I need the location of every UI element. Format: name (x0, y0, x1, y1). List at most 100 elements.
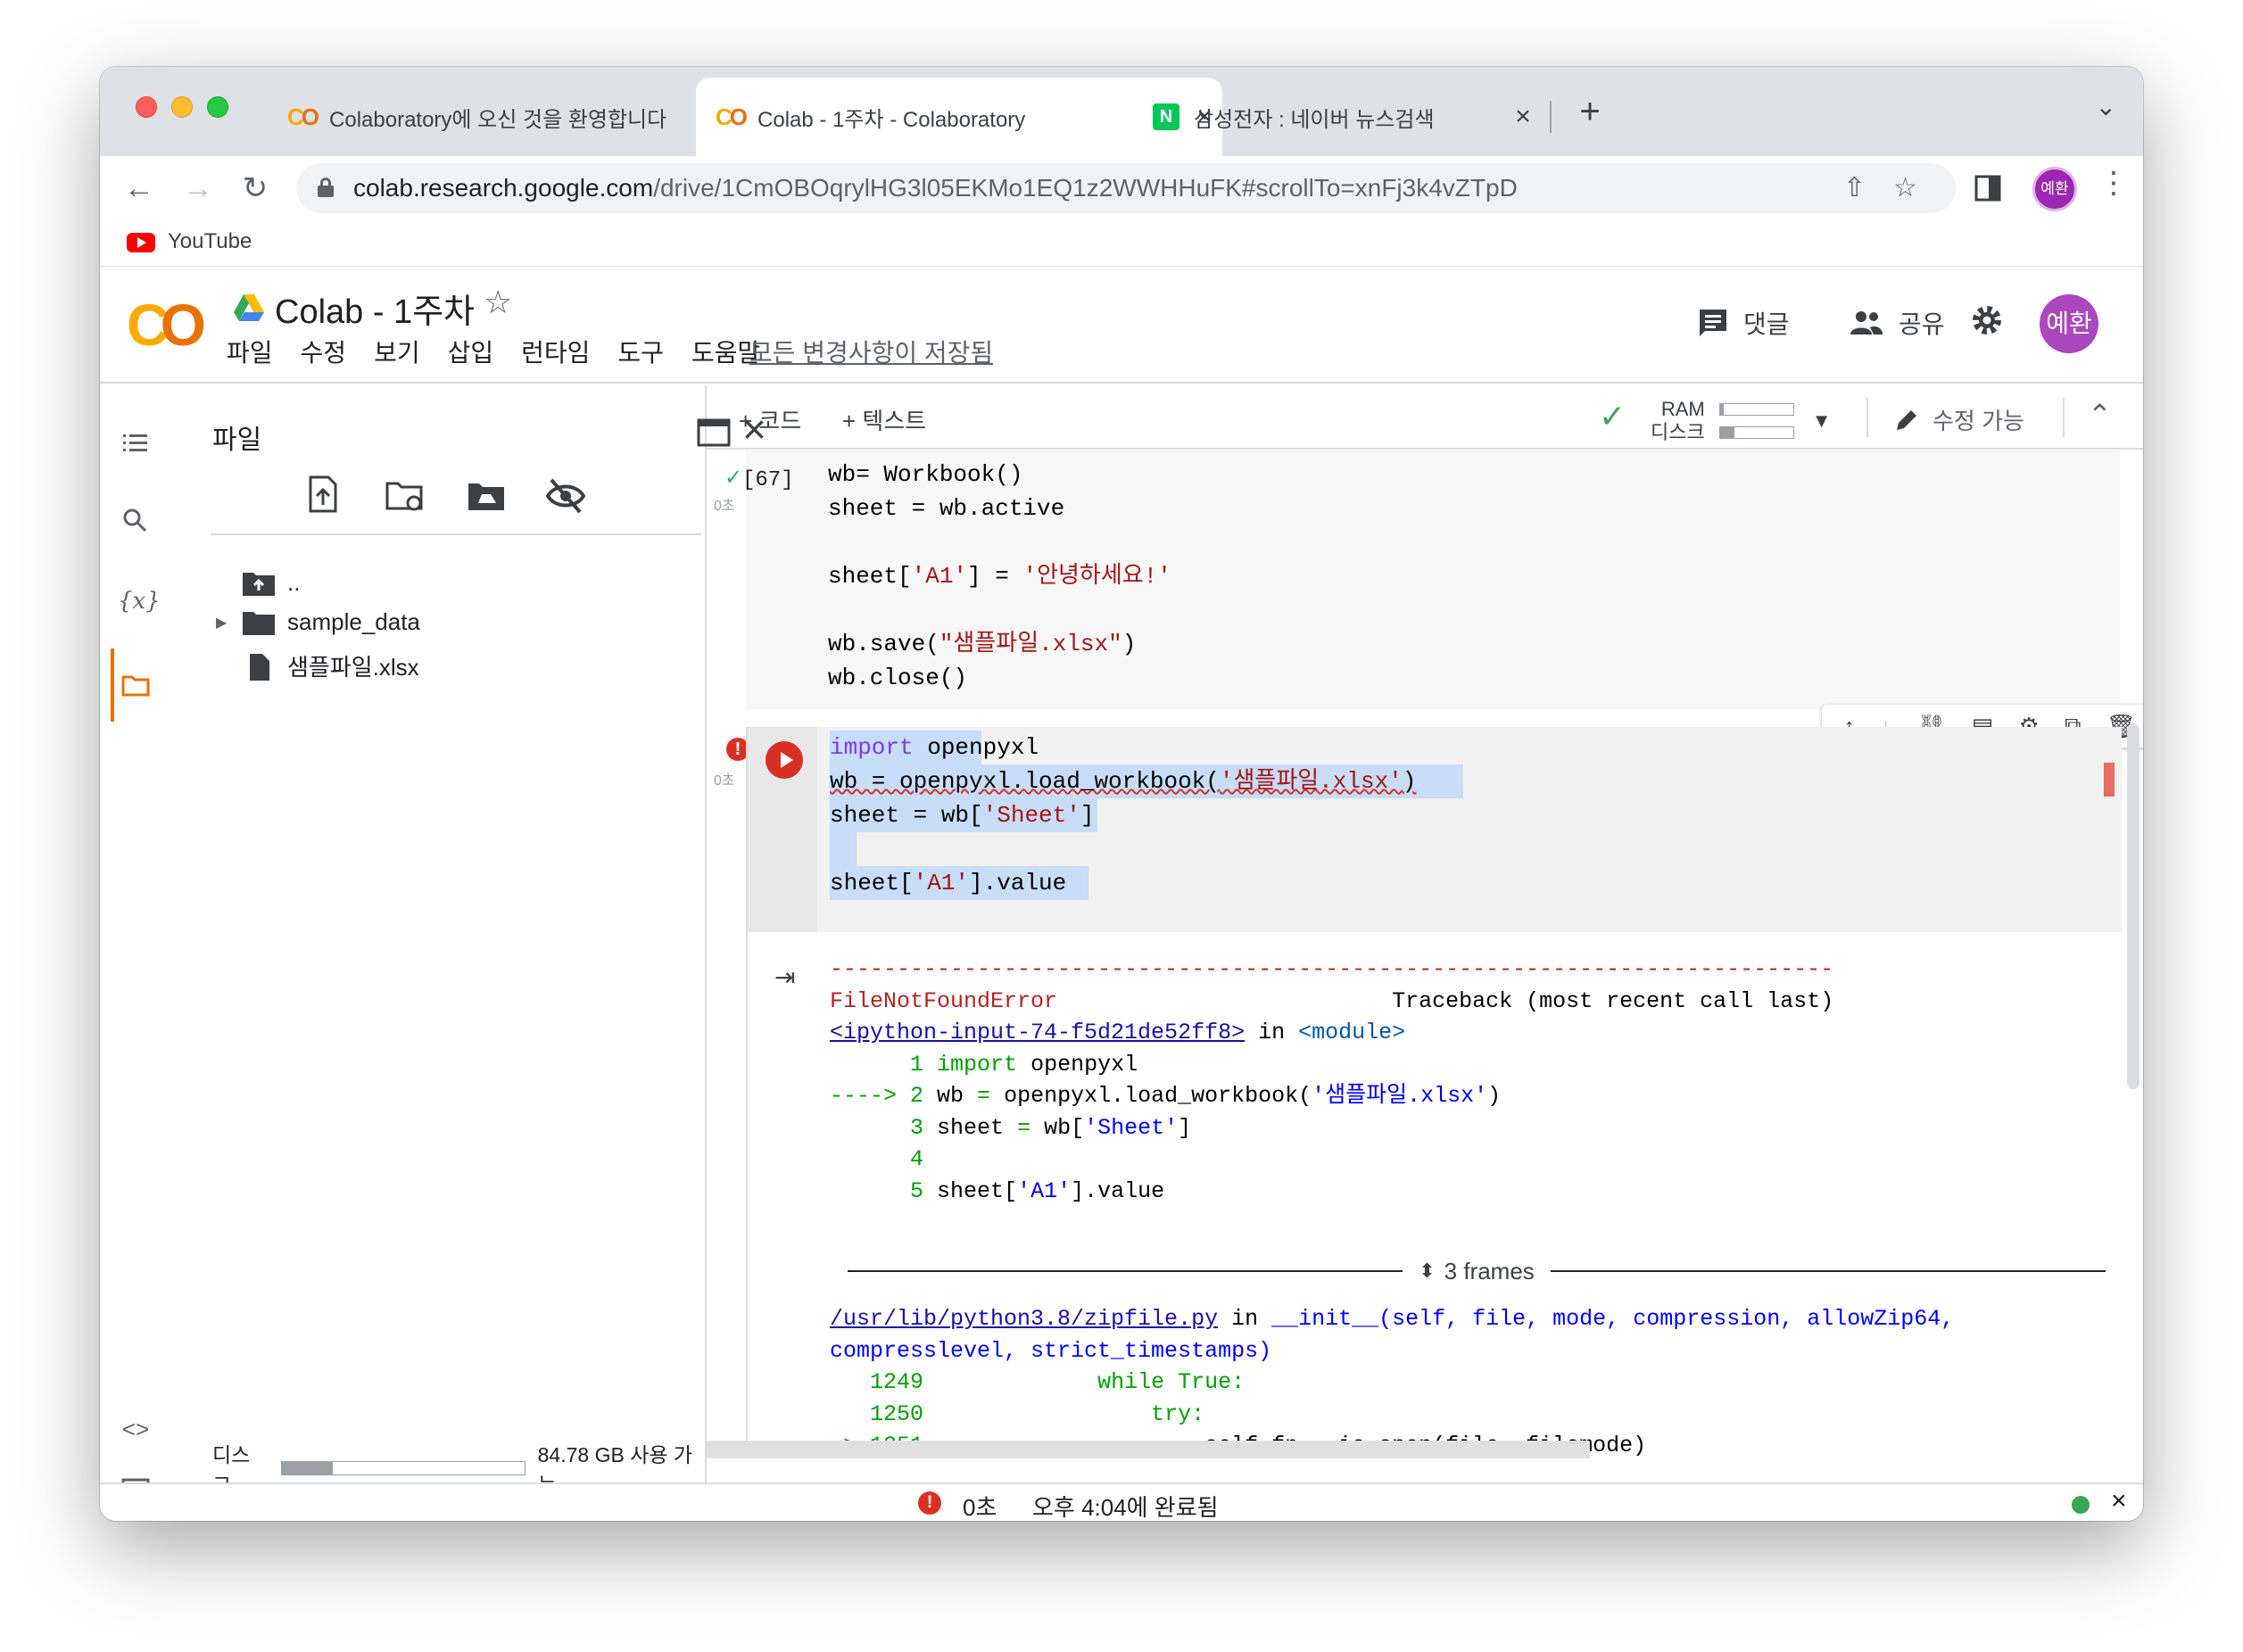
frames-label: 3 frames (1444, 1257, 1535, 1284)
traceback-signature: compresslevel, strict_timestamps) (830, 1337, 1272, 1364)
edit-mode-button[interactable]: 수정 가능 (1893, 403, 2024, 436)
chevron-down-icon[interactable]: ⌄ (2096, 92, 2116, 121)
output-action-icon[interactable]: ⇥ (774, 962, 795, 992)
more-vert-icon[interactable]: ⋮ (2098, 165, 2129, 201)
connection-status-icon[interactable] (2072, 1496, 2090, 1514)
profile-avatar[interactable]: 예환 (2032, 167, 2077, 211)
menu-file[interactable]: 파일 (227, 334, 273, 369)
google-drive-icon[interactable] (234, 294, 264, 321)
caret-down-icon[interactable]: ▼ (1812, 409, 1832, 433)
cell-exec-time: 0초 (714, 773, 735, 789)
mount-drive-icon[interactable] (466, 478, 507, 514)
tab-title: 삼성전자 : 네이버 뉴스검색 (1194, 107, 1435, 132)
forward-arrow-icon[interactable]: → (177, 167, 219, 210)
colab-icon: CO (716, 103, 748, 130)
menu-insert[interactable]: 삽입 (448, 334, 494, 369)
folder-icon (243, 611, 275, 635)
lock-icon[interactable] (318, 178, 334, 197)
chevron-up-icon[interactable]: ⌃ (2088, 398, 2112, 432)
tree-item-xlsx[interactable]: 샘플파일.xlsx (243, 649, 419, 682)
comments-button[interactable]: 댓글 (1697, 305, 1790, 341)
refresh-folder-icon[interactable] (384, 478, 426, 514)
maximize-window-button[interactable] (207, 96, 228, 118)
elapsed-time: 0초 (963, 1494, 997, 1521)
disk-fill (1719, 427, 1735, 438)
rail-active-indicator (111, 648, 114, 722)
variables-icon[interactable]: {x} (118, 583, 161, 619)
toolbar-divider (1866, 398, 1868, 437)
side-panel-icon[interactable] (1974, 174, 2002, 202)
colab-logo[interactable]: CO (127, 291, 206, 359)
file-icon (250, 653, 269, 681)
folder-icon[interactable] (118, 667, 153, 703)
vertical-scrollbar[interactable] (2127, 723, 2140, 1089)
code-snippets-icon[interactable]: <> (118, 1411, 153, 1447)
notebook-title[interactable]: Colab - 1주차 (275, 284, 475, 333)
colab-header: CO Colab - 1주차 ☆ 파일 수정 보기 삽입 런타임 도구 도움말 … (100, 268, 2143, 384)
toc-icon[interactable] (118, 425, 153, 461)
frames-toggle[interactable]: ⬍ 3 frames (848, 1253, 2106, 1289)
colab-icon: CO (287, 103, 319, 130)
code-text: import openpyxl wb = openpyxl.load_workb… (830, 734, 1417, 896)
code-cell[interactable]: [67] wb= Workbook() sheet = wb.active sh… (742, 450, 2120, 709)
bookmark-youtube[interactable]: YouTube (168, 229, 252, 254)
disk-usage-bar (281, 1461, 526, 1475)
menu-runtime[interactable]: 런타임 (521, 334, 590, 369)
menu-tools[interactable]: 도구 (617, 334, 664, 369)
add-code-button[interactable]: + 코드 (739, 403, 801, 436)
tab-naver-news[interactable]: N 삼성전자 : 네이버 뉴스검색 × (1144, 78, 1541, 156)
close-window-button[interactable] (136, 96, 157, 118)
share-button[interactable]: 공유 (1849, 305, 1945, 341)
menu-view[interactable]: 보기 (374, 334, 420, 369)
close-icon[interactable]: × (2111, 1486, 2127, 1516)
zipfile-link[interactable]: /usr/lib/python3.8/zipfile.py (830, 1306, 1218, 1332)
tree-item-label: 샘플파일.xlsx (287, 654, 419, 681)
star-icon[interactable]: ☆ (1893, 172, 1917, 203)
back-arrow-icon[interactable]: ← (118, 167, 161, 210)
disk-label: 디스크 (1651, 421, 1705, 443)
panel-title: 파일 (212, 425, 262, 455)
comments-label: 댓글 (1743, 310, 1790, 338)
run-cell-button[interactable] (766, 741, 803, 779)
upload-file-icon[interactable] (305, 475, 341, 514)
code-editor[interactable]: import openpyxl wb = openpyxl.load_workb… (748, 727, 2122, 932)
new-tab-button[interactable]: + (1563, 85, 1617, 138)
error-icon: ! (918, 1491, 941, 1515)
reload-icon[interactable]: ↻ (234, 167, 277, 210)
user-avatar[interactable]: 예환 (2040, 294, 2098, 353)
disk-usage-fill (282, 1462, 334, 1474)
completion-status[interactable]: 오후 4:04에 완료됨 (1032, 1490, 1219, 1521)
share-icon[interactable]: ⇧ (1843, 172, 1866, 203)
menu-edit[interactable]: 수정 (301, 334, 347, 369)
error-marker (2104, 763, 2115, 797)
address-bar[interactable]: colab.research.google.com/drive/1CmOBOqr… (296, 163, 1956, 213)
people-icon (1850, 311, 1883, 335)
gear-icon[interactable] (1970, 303, 2004, 337)
traceback-in: in (1231, 1306, 1259, 1332)
code-cell[interactable]: import openpyxl wb = openpyxl.load_workb… (746, 727, 2122, 1458)
traceback-text: ----------------------------------------… (830, 956, 1834, 1204)
code-editor[interactable]: wb= Workbook() sheet = wb.active sheet['… (828, 458, 1171, 695)
resources-indicator[interactable]: RAM 디스크 ▼ (1651, 398, 1832, 444)
expand-icon: ⬍ (1419, 1260, 1436, 1282)
close-icon[interactable]: × (1505, 102, 1541, 132)
tree-item-parent[interactable]: .. (243, 569, 300, 597)
star-icon[interactable]: ☆ (484, 284, 512, 321)
disk-bar (1718, 426, 1794, 439)
youtube-icon[interactable] (127, 233, 155, 252)
tab-strip: CO Colaboratory에 오신 것을 환영합니다 × CO Colab … (100, 67, 2143, 156)
url-path: /drive/1CmOBOqrylHG3l05EKMo1EQ1z2WWHHuFK… (653, 174, 1518, 202)
minimize-window-button[interactable] (171, 96, 193, 118)
save-status[interactable]: 모든 변경사항이 저장됨 (749, 334, 993, 369)
horizontal-scrollbar[interactable] (707, 1441, 1590, 1458)
ipython-input-link[interactable]: <ipython-input-74-f5d21de52ff8> (830, 1020, 1245, 1045)
traceback-divider: ----------------------------------------… (830, 956, 1834, 982)
search-icon[interactable] (118, 503, 153, 539)
expand-arrow-icon[interactable]: ▶ (216, 614, 243, 632)
hide-files-icon[interactable] (544, 476, 587, 516)
tree-item-sample-data[interactable]: ▶ sample_data (216, 608, 420, 636)
ram-bar (1718, 403, 1794, 416)
notebook-content: ✓ 0초 [67] wb= Workbook() sheet = wb.acti… (707, 450, 2143, 1458)
add-text-button[interactable]: + 텍스트 (842, 403, 926, 436)
url-text: colab.research.google.com/drive/1CmOBOqr… (353, 174, 1518, 202)
